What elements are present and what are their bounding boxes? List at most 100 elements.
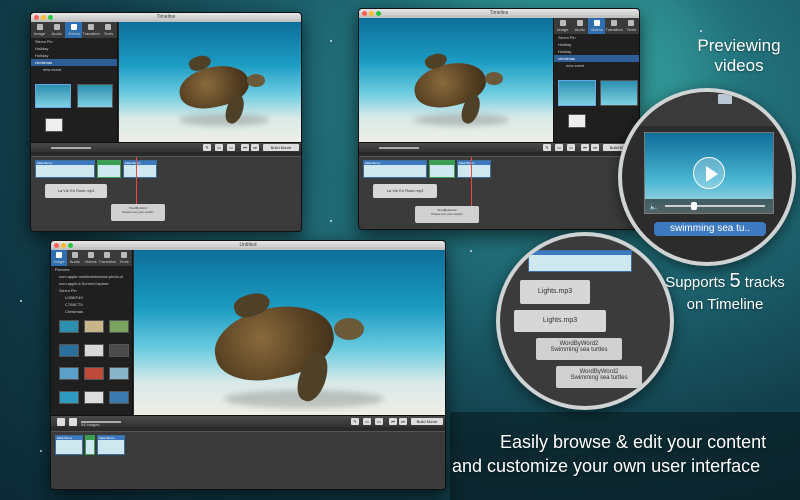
video-clip[interactable]: Mark Burns (55, 435, 83, 455)
add-button[interactable] (57, 418, 65, 426)
folder-icon[interactable] (45, 118, 63, 132)
tree-item[interactable]: LOBKF4S (51, 294, 132, 301)
tab-videos[interactable]: Videos (83, 250, 99, 266)
image-thumb[interactable] (109, 367, 129, 380)
tool-button[interactable]: ✎ (203, 144, 211, 151)
tree-item[interactable]: Pictures (51, 266, 132, 273)
preview-zoom-circle: 🔈 swimming sea tu.. (618, 88, 796, 266)
tab-transition[interactable]: Transition (99, 250, 116, 266)
tab-videos[interactable]: Videos (588, 18, 606, 34)
video-clip[interactable]: Mark Burns (97, 435, 125, 455)
image-thumb[interactable] (109, 390, 129, 404)
volume-slider[interactable] (379, 147, 419, 149)
tool-button[interactable]: ▭ (227, 144, 235, 151)
tree-item[interactable]: Sierra Pin (51, 287, 132, 294)
volume-slider[interactable] (51, 147, 91, 149)
video-clip[interactable] (528, 250, 632, 272)
tab-audio[interactable]: Audio (67, 250, 83, 266)
playhead[interactable] (471, 157, 472, 213)
app-window-timeline-right: Timeline Image Audio Videos Transition T… (358, 8, 640, 230)
image-thumb[interactable] (109, 343, 129, 357)
tab-image[interactable]: Image (554, 18, 571, 34)
video-clip[interactable] (97, 160, 121, 178)
tab-texts[interactable]: Texts (116, 250, 132, 266)
tab-texts[interactable]: Texts (100, 22, 117, 38)
tab-audio[interactable]: Audio (571, 18, 588, 34)
image-thumb[interactable] (59, 343, 79, 357)
scrubber-handle[interactable] (691, 202, 697, 210)
tab-videos[interactable]: Videos (65, 22, 83, 38)
image-thumb[interactable] (84, 320, 104, 333)
text-clip[interactable]: WordByWord Please text your words! (111, 204, 165, 221)
video-preview-thumb[interactable]: 🔈 (644, 132, 774, 214)
previous-button[interactable]: ⏮ (241, 144, 249, 151)
scrubber[interactable] (665, 205, 765, 207)
tree-item[interactable]: Holiday (31, 45, 117, 52)
video-thumb-selected[interactable] (558, 80, 596, 106)
tool-button[interactable]: ▭ (555, 144, 563, 151)
tool-button[interactable]: ▭ (567, 144, 575, 151)
tree-item[interactable]: com.apple.it.ScreenCapture (51, 280, 132, 287)
tab-audio[interactable]: Audio (48, 22, 65, 38)
video-thumb-selected[interactable] (35, 84, 71, 108)
tree-item[interactable]: com.apple.mobileslideshow.photo-ui (51, 273, 132, 280)
volume-icon[interactable]: 🔈 (649, 202, 659, 211)
text-clip[interactable]: WordByWord2 Swimming sea turtles (536, 338, 622, 360)
next-button[interactable]: ⏭ (251, 144, 259, 151)
tree-item[interactable]: Holiday (554, 41, 639, 48)
play-button[interactable] (693, 157, 725, 189)
audio-clip[interactable]: Lights.mp3 (514, 310, 606, 332)
video-clip[interactable]: Mark Burns (35, 160, 95, 178)
folder-icon[interactable] (568, 114, 586, 128)
build-movie-button[interactable]: Build Movie (411, 418, 443, 425)
tree-item[interactable]: C7B5CT5 (51, 301, 132, 308)
audio-clip[interactable]: Lights.mp3 (520, 280, 590, 304)
tool-button[interactable]: ▭ (363, 418, 371, 425)
tab-image[interactable]: Image (31, 22, 48, 38)
next-button[interactable]: ⏭ (399, 418, 407, 425)
video-clip[interactable]: Mark Burns (363, 160, 427, 178)
previous-button[interactable]: ⏮ (389, 418, 397, 425)
tab-transition[interactable]: Transition (82, 22, 100, 38)
video-clip[interactable]: Mark Burns (457, 160, 491, 178)
tree-item[interactable]: Sierra Pin (31, 38, 117, 45)
image-thumb[interactable] (59, 367, 79, 380)
audio-clip[interactable]: La Vie En Rose.mp3 (373, 184, 437, 198)
tool-button[interactable]: ▭ (375, 418, 383, 425)
tree-item[interactable]: Holiday (554, 48, 639, 55)
text-clip[interactable]: WordByWord2 Please text your words! (415, 206, 479, 223)
tab-image[interactable]: Image (51, 250, 67, 266)
image-thumb[interactable] (84, 367, 104, 380)
tool-button[interactable]: ▭ (215, 144, 223, 151)
previous-button[interactable]: ⏮ (581, 144, 589, 151)
tree-item-selected[interactable]: christmas (554, 55, 639, 62)
tree-item[interactable]: new event (554, 62, 639, 69)
text-clip[interactable]: WordByWord2 Swimming sea turtles (556, 366, 642, 388)
build-movie-button[interactable]: Build Movie (263, 144, 299, 151)
tab-texts[interactable]: Texts (623, 18, 639, 34)
tree-item[interactable]: Christmas (51, 308, 132, 315)
tool-button[interactable]: ✎ (351, 418, 359, 425)
video-clip[interactable] (85, 435, 95, 455)
video-thumb[interactable] (77, 84, 113, 108)
image-thumb[interactable] (84, 390, 104, 404)
tool-button[interactable]: ✎ (543, 144, 551, 151)
image-grid (59, 320, 129, 410)
image-thumb[interactable] (109, 320, 129, 333)
tree-item[interactable]: new event (31, 66, 117, 73)
window-title: Timeline (489, 10, 509, 16)
browse-caption: Easily browse & edit your content and cu… (452, 432, 767, 476)
tab-transition[interactable]: Transition (605, 18, 623, 34)
tree-item[interactable]: Sierra Pin (554, 34, 639, 41)
video-clip[interactable] (429, 160, 455, 178)
next-button[interactable]: ⏭ (591, 144, 599, 151)
remove-button[interactable] (69, 418, 77, 426)
image-thumb[interactable] (84, 343, 104, 357)
folder-icon (718, 94, 732, 104)
tree-item[interactable]: Holiday (31, 52, 117, 59)
video-clip[interactable]: Mark Burns (123, 160, 157, 178)
image-thumb[interactable] (59, 390, 79, 404)
audio-clip[interactable]: La Vie En Rose.mp3 (45, 184, 107, 198)
tree-item-selected[interactable]: christmas (31, 59, 117, 66)
image-thumb[interactable] (59, 320, 79, 333)
